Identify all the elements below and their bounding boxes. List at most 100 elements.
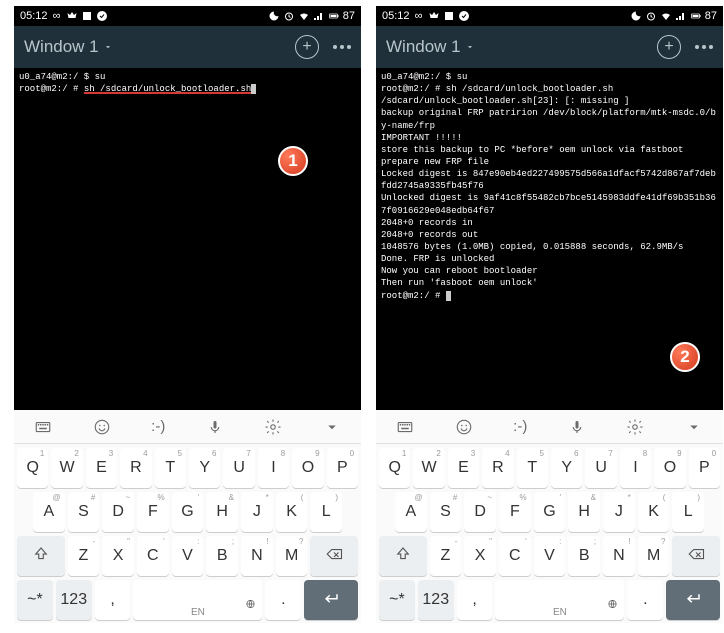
key-u[interactable]: 7U — [585, 448, 616, 488]
menu-button[interactable] — [333, 45, 351, 49]
hide-keyboard-icon[interactable] — [323, 418, 341, 436]
key-g[interactable]: 'G — [172, 492, 204, 532]
space-key[interactable]: EN — [495, 580, 624, 620]
key-r[interactable]: 4R — [482, 448, 513, 488]
key-e[interactable]: 3E — [86, 448, 117, 488]
key-w[interactable]: 2W — [413, 448, 444, 488]
key-q[interactable]: 1Q — [379, 448, 410, 488]
enter-key[interactable] — [666, 580, 720, 620]
key-k[interactable]: (K — [638, 492, 670, 532]
key-f[interactable]: %F — [499, 492, 531, 532]
check-icon — [96, 10, 108, 22]
key-j[interactable]: *J — [603, 492, 635, 532]
terminal-line: Unlocked digest is 9af41c8f55482cb7bce51… — [381, 193, 716, 215]
key-m[interactable]: ?M — [638, 536, 670, 576]
gear-icon[interactable] — [264, 418, 282, 436]
key-b[interactable]: ;B — [206, 536, 238, 576]
chevron-down-icon — [465, 42, 475, 52]
menu-button[interactable] — [695, 45, 713, 49]
key-s[interactable]: #S — [430, 492, 462, 532]
backspace-key[interactable] — [310, 536, 358, 576]
key-s[interactable]: #S — [68, 492, 100, 532]
keyboard-icon[interactable] — [396, 418, 414, 436]
key-c[interactable]: 'C — [499, 536, 531, 576]
key-u[interactable]: 7U — [223, 448, 254, 488]
key-x[interactable]: "X — [464, 536, 496, 576]
shift-key[interactable] — [379, 536, 427, 576]
shift-key[interactable] — [17, 536, 65, 576]
key-v[interactable]: :V — [534, 536, 566, 576]
keyboard: :-) 1Q2W3E4R5T6Y7U8I9O0P @A#S~D%F'G&H*J(K)… — [376, 410, 723, 623]
key-a[interactable]: @A — [33, 492, 65, 532]
key-d[interactable]: ~D — [102, 492, 134, 532]
period-key[interactable]: . — [265, 580, 301, 620]
space-key[interactable]: EN — [133, 580, 262, 620]
key-m[interactable]: ?M — [276, 536, 308, 576]
key-y[interactable]: 6Y — [189, 448, 220, 488]
mic-icon[interactable] — [206, 418, 224, 436]
terminal-line: root@m2:/ # sh /sdcard/unlock_bootloader… — [381, 84, 613, 94]
add-window-button[interactable]: + — [295, 35, 319, 59]
backspace-key[interactable] — [672, 536, 720, 576]
window-tab[interactable]: Window 1 — [24, 37, 113, 57]
keyboard-icon[interactable] — [34, 418, 52, 436]
key-z[interactable]: -Z — [430, 536, 462, 576]
key-f[interactable]: %F — [137, 492, 169, 532]
key-r[interactable]: 4R — [120, 448, 151, 488]
key-e[interactable]: 3E — [448, 448, 479, 488]
key-n[interactable]: !N — [241, 536, 273, 576]
hide-keyboard-icon[interactable] — [685, 418, 703, 436]
enter-key[interactable] — [304, 580, 358, 620]
smile-icon[interactable] — [455, 418, 473, 436]
key-p[interactable]: 0P — [327, 448, 358, 488]
emoticon-text[interactable]: :-) — [151, 418, 165, 435]
key-t[interactable]: 5T — [155, 448, 186, 488]
key-v[interactable]: :V — [172, 536, 204, 576]
terminal-line: Done. FRP is unlocked — [381, 254, 494, 264]
swipe-key[interactable]: ~* — [17, 580, 53, 620]
key-q[interactable]: 1Q — [17, 448, 48, 488]
numeric-key[interactable]: 123 — [418, 580, 454, 620]
smile-icon[interactable] — [93, 418, 111, 436]
add-window-button[interactable]: + — [657, 35, 681, 59]
emoticon-text[interactable]: :-) — [513, 418, 527, 435]
key-x[interactable]: "X — [102, 536, 134, 576]
mic-icon[interactable] — [568, 418, 586, 436]
period-key[interactable]: . — [627, 580, 663, 620]
key-k[interactable]: (K — [276, 492, 308, 532]
terminal-line: root@m2:/ # — [381, 291, 446, 301]
key-h[interactable]: &H — [568, 492, 600, 532]
key-o[interactable]: 9O — [292, 448, 323, 488]
key-a[interactable]: @A — [395, 492, 427, 532]
key-i[interactable]: 8I — [258, 448, 289, 488]
swipe-key[interactable]: ~* — [379, 580, 415, 620]
key-l[interactable]: )L — [310, 492, 342, 532]
terminal-line: u0_a74@m2:/ $ su — [381, 72, 467, 82]
key-h[interactable]: &H — [206, 492, 238, 532]
app-bar: Window 1 + — [376, 26, 723, 68]
key-d[interactable]: ~D — [464, 492, 496, 532]
key-t[interactable]: 5T — [517, 448, 548, 488]
numeric-key[interactable]: 123 — [56, 580, 92, 620]
globe-icon — [607, 595, 618, 618]
clock-text: 05:12 — [382, 10, 410, 22]
comma-key[interactable]: , — [95, 580, 131, 620]
key-z[interactable]: -Z — [68, 536, 100, 576]
key-n[interactable]: !N — [603, 536, 635, 576]
key-y[interactable]: 6Y — [551, 448, 582, 488]
key-i[interactable]: 8I — [620, 448, 651, 488]
picture-icon — [443, 10, 455, 22]
key-o[interactable]: 9O — [654, 448, 685, 488]
comma-key[interactable]: , — [457, 580, 493, 620]
check-icon — [458, 10, 470, 22]
key-w[interactable]: 2W — [51, 448, 82, 488]
picture-icon — [81, 10, 93, 22]
window-tab[interactable]: Window 1 — [386, 37, 475, 57]
key-j[interactable]: *J — [241, 492, 273, 532]
key-g[interactable]: 'G — [534, 492, 566, 532]
key-c[interactable]: 'C — [137, 536, 169, 576]
key-b[interactable]: ;B — [568, 536, 600, 576]
gear-icon[interactable] — [626, 418, 644, 436]
key-l[interactable]: )L — [672, 492, 704, 532]
key-p[interactable]: 0P — [689, 448, 720, 488]
